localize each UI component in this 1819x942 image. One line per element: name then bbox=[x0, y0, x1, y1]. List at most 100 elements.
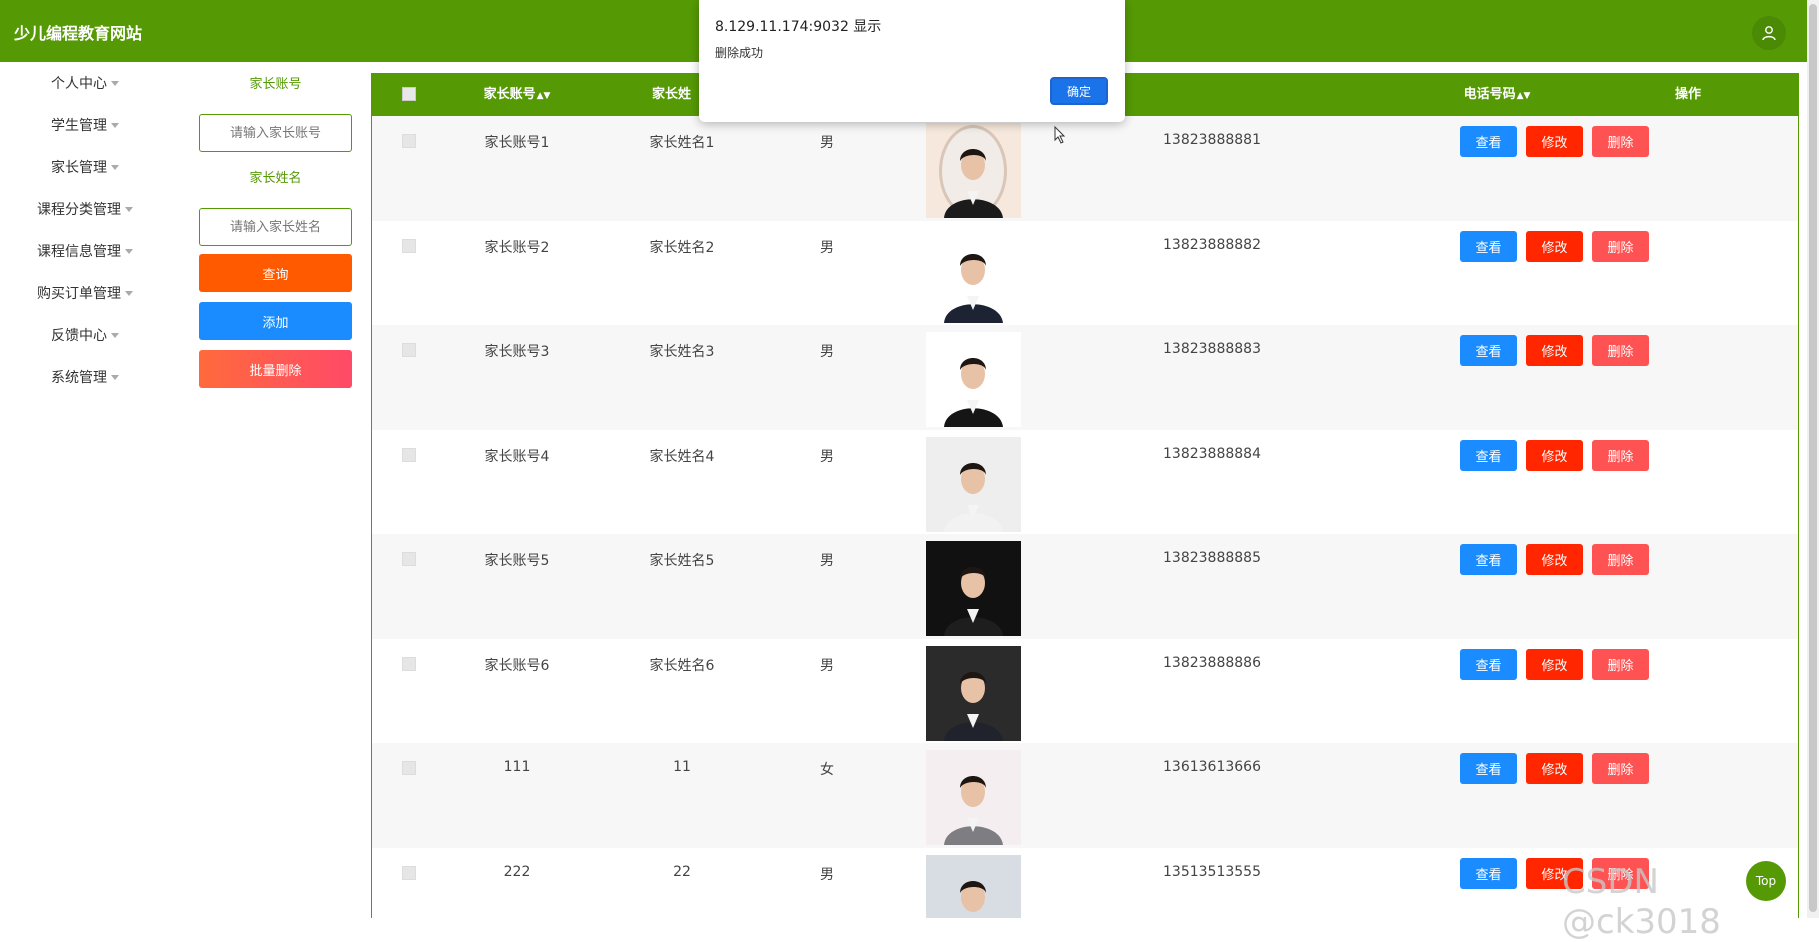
header-label: 家长账号 bbox=[483, 87, 536, 102]
avatar[interactable] bbox=[926, 436, 1021, 532]
cell-account: 家长账号2 bbox=[484, 239, 550, 256]
chevron-down-icon bbox=[111, 332, 119, 338]
delete-button[interactable]: 删除 bbox=[1592, 544, 1649, 575]
edit-button[interactable]: 修改 bbox=[1526, 335, 1583, 366]
cell-phone: 13613613666 bbox=[1163, 759, 1261, 775]
sidebar-item-students[interactable]: 学生管理 bbox=[0, 104, 170, 146]
view-button[interactable]: 查看 bbox=[1460, 857, 1517, 889]
row-checkbox[interactable] bbox=[402, 656, 416, 671]
avatar[interactable] bbox=[926, 854, 1021, 918]
cell-name: 家长姓名5 bbox=[649, 553, 715, 569]
name-search-label: 家长姓名 bbox=[249, 171, 302, 186]
view-button[interactable]: 查看 bbox=[1460, 544, 1517, 575]
edit-button[interactable]: 修改 bbox=[1526, 544, 1583, 575]
delete-button[interactable]: 删除 bbox=[1592, 126, 1649, 157]
row-checkbox[interactable] bbox=[402, 865, 416, 880]
select-all-checkbox[interactable] bbox=[402, 87, 416, 101]
row-actions: 查看 修改 删除 bbox=[1460, 753, 1649, 784]
avatar[interactable] bbox=[926, 123, 1021, 218]
cell-account: 家长账号6 bbox=[484, 657, 550, 674]
view-button[interactable]: 查看 bbox=[1460, 230, 1517, 262]
table-row: 家长账号1 家长姓名1 男 13823888881 查看 修改 删除 bbox=[372, 116, 1798, 221]
cell-phone: 13823888883 bbox=[1163, 341, 1261, 357]
cell-account: 111 bbox=[503, 759, 531, 775]
alert-dialog: 8.129.11.174:9032 显示 删除成功 确定 bbox=[699, 0, 1125, 122]
sidebar-item-label: 课程信息管理 bbox=[37, 244, 121, 260]
scrollbar-thumb[interactable] bbox=[1809, 4, 1817, 912]
name-search-input[interactable] bbox=[199, 208, 352, 246]
cell-gender: 男 bbox=[820, 553, 834, 569]
view-button[interactable]: 查看 bbox=[1460, 439, 1517, 471]
cell-name: 家长姓名2 bbox=[649, 239, 715, 256]
chevron-down-icon bbox=[111, 374, 119, 380]
delete-button[interactable]: 删除 bbox=[1592, 753, 1649, 784]
cell-gender: 男 bbox=[820, 344, 834, 360]
view-button[interactable]: 查看 bbox=[1460, 648, 1517, 680]
avatar[interactable] bbox=[926, 227, 1021, 323]
row-actions: 查看 修改 删除 bbox=[1460, 439, 1649, 471]
cell-phone: 13823888885 bbox=[1163, 550, 1261, 566]
dialog-title: 8.129.11.174:9032 显示 bbox=[715, 19, 882, 35]
user-avatar-button[interactable] bbox=[1752, 16, 1786, 50]
edit-button[interactable]: 修改 bbox=[1526, 126, 1583, 157]
delete-button[interactable]: 删除 bbox=[1592, 648, 1649, 680]
edit-button[interactable]: 修改 bbox=[1526, 648, 1583, 680]
query-button[interactable]: 查询 bbox=[199, 254, 352, 292]
dialog-ok-button[interactable]: 确定 bbox=[1050, 77, 1108, 105]
header-account[interactable]: 家长账号▲▼ bbox=[452, 73, 582, 116]
back-to-top-button[interactable]: Top bbox=[1746, 861, 1786, 901]
table-row: 家长账号6 家长姓名6 男 13823888886 查看 修改 删除 bbox=[372, 639, 1798, 744]
sort-icon: ▲▼ bbox=[1516, 91, 1531, 101]
table-row: 家长账号4 家长姓名4 男 13823888884 查看 修改 删除 bbox=[372, 430, 1798, 535]
avatar[interactable] bbox=[926, 645, 1021, 741]
cell-name: 家长姓名6 bbox=[649, 657, 715, 674]
sidebar-item-orders[interactable]: 购买订单管理 bbox=[0, 272, 170, 314]
edit-button[interactable]: 修改 bbox=[1526, 230, 1583, 262]
chevron-down-icon bbox=[111, 164, 119, 170]
sidebar-item-course-info[interactable]: 课程信息管理 bbox=[0, 230, 170, 272]
row-checkbox[interactable] bbox=[402, 447, 416, 462]
sidebar-item-feedback[interactable]: 反馈中心 bbox=[0, 314, 170, 356]
cell-gender: 男 bbox=[820, 448, 834, 465]
chevron-down-icon bbox=[125, 206, 133, 212]
cell-gender: 男 bbox=[820, 657, 834, 674]
sidebar-item-course-categories[interactable]: 课程分类管理 bbox=[0, 188, 170, 230]
cell-account: 家长账号1 bbox=[484, 135, 550, 151]
sidebar-item-label: 家长管理 bbox=[51, 160, 107, 176]
view-button[interactable]: 查看 bbox=[1460, 126, 1517, 157]
table-row: 111 11 女 13613613666 查看 修改 删除 bbox=[372, 743, 1798, 848]
add-button[interactable]: 添加 bbox=[199, 302, 352, 340]
cell-name: 22 bbox=[673, 863, 691, 880]
sidebar-item-system[interactable]: 系统管理 bbox=[0, 356, 170, 398]
page-scrollbar[interactable] bbox=[1807, 0, 1819, 918]
header-label: 电话号码 bbox=[1463, 87, 1516, 102]
row-checkbox[interactable] bbox=[402, 238, 416, 253]
sidebar-menu: 个人中心 学生管理 家长管理 课程分类管理 课程信息管理 购买订单管理 反馈中心… bbox=[0, 62, 170, 398]
cell-phone: 13823888886 bbox=[1163, 654, 1261, 671]
view-button[interactable]: 查看 bbox=[1460, 335, 1517, 366]
edit-button[interactable]: 修改 bbox=[1526, 753, 1583, 784]
delete-button[interactable]: 删除 bbox=[1592, 335, 1649, 366]
sidebar-item-personal-center[interactable]: 个人中心 bbox=[0, 62, 170, 104]
avatar[interactable] bbox=[926, 541, 1021, 636]
avatar[interactable] bbox=[926, 750, 1021, 845]
delete-button[interactable]: 删除 bbox=[1592, 439, 1649, 471]
view-button[interactable]: 查看 bbox=[1460, 753, 1517, 784]
account-search-input[interactable] bbox=[199, 114, 352, 152]
sidebar-item-label: 系统管理 bbox=[51, 370, 107, 386]
row-checkbox[interactable] bbox=[402, 134, 416, 148]
row-checkbox[interactable] bbox=[402, 761, 416, 775]
cell-phone: 13823888882 bbox=[1163, 236, 1261, 253]
delete-button[interactable]: 删除 bbox=[1592, 230, 1649, 262]
cell-name: 家长姓名4 bbox=[649, 448, 715, 465]
sidebar-item-parents[interactable]: 家长管理 bbox=[0, 146, 170, 188]
dialog-message: 删除成功 bbox=[715, 46, 764, 60]
chevron-down-icon bbox=[111, 80, 119, 86]
table-row: 家长账号5 家长姓名5 男 13823888885 查看 修改 删除 bbox=[372, 534, 1798, 639]
row-checkbox[interactable] bbox=[402, 552, 416, 566]
batch-delete-button[interactable]: 批量删除 bbox=[199, 350, 352, 388]
edit-button[interactable]: 修改 bbox=[1526, 439, 1583, 471]
row-checkbox[interactable] bbox=[402, 343, 416, 357]
cell-phone: 13823888881 bbox=[1163, 132, 1261, 148]
avatar[interactable] bbox=[926, 332, 1021, 427]
